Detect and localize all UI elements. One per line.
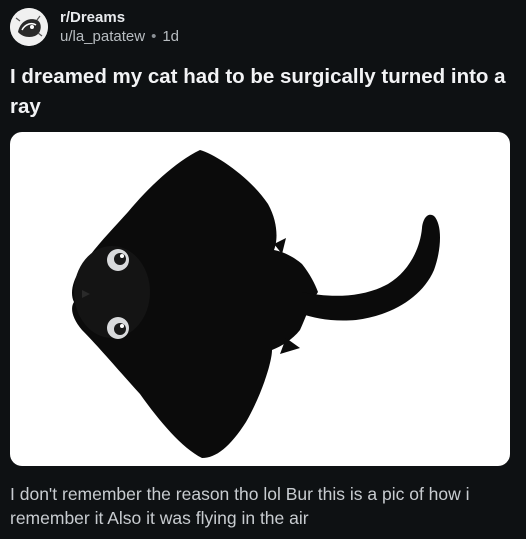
subreddit-link[interactable]: r/Dreams [60, 8, 179, 27]
subreddit-avatar-icon[interactable] [10, 8, 48, 46]
post-title[interactable]: I dreamed my cat had to be surgically tu… [10, 62, 516, 122]
author-link[interactable]: u/la_patatew [60, 27, 145, 46]
author-line: u/la_patatew • 1d [60, 27, 179, 46]
post-header: r/Dreams u/la_patatew • 1d [10, 4, 179, 50]
meta-separator: • [151, 28, 157, 45]
post-age: 1d [162, 28, 180, 45]
post-meta: r/Dreams u/la_patatew • 1d [60, 8, 179, 46]
post-body: I don't remember the reason tho lol Bur … [10, 484, 470, 528]
post-image[interactable] [10, 132, 510, 466]
